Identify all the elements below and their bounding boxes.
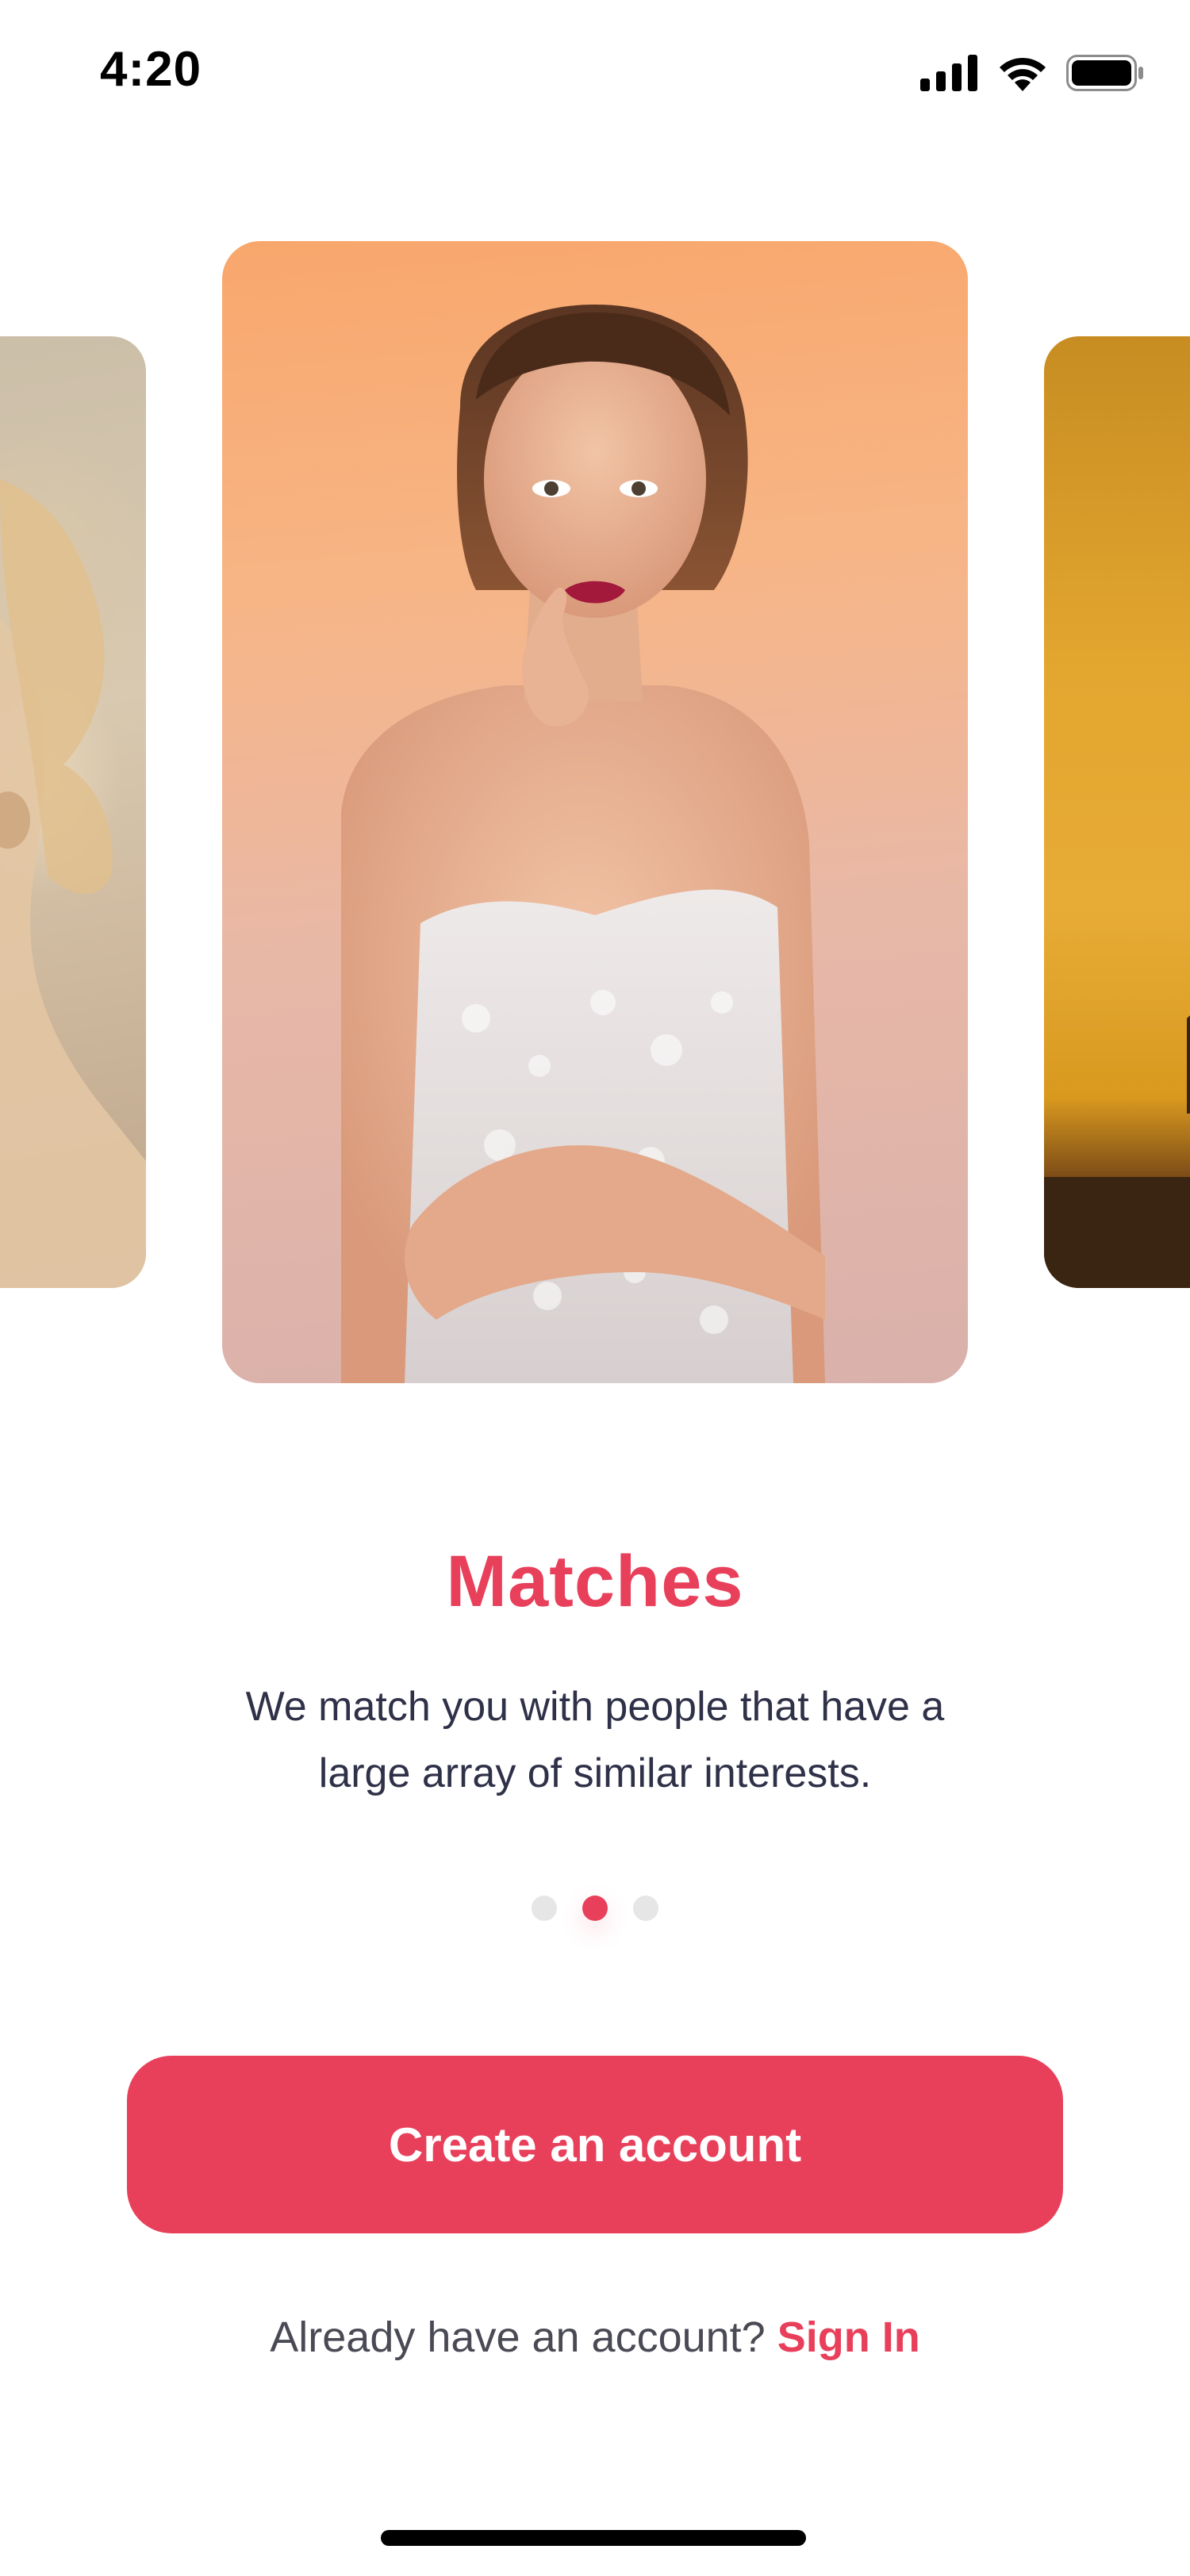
pager-dot[interactable] — [633, 1896, 658, 1921]
pager-dot[interactable] — [532, 1896, 557, 1921]
status-time: 4:20 — [100, 42, 202, 97]
pager-dot-active[interactable] — [582, 1896, 608, 1921]
profile-photo — [1044, 1015, 1190, 1288]
status-icons — [920, 51, 1144, 95]
battery-icon — [1066, 55, 1143, 91]
pager-dots — [0, 1896, 1190, 1921]
onboarding-screen: 4:20 Matches We match you with people th… — [0, 0, 1190, 2576]
profile-photo — [0, 479, 146, 1288]
signin-prompt: Already have an account? Sign In — [0, 2313, 1190, 2362]
create-account-button[interactable]: Create an account — [127, 2056, 1063, 2233]
home-indicator[interactable] — [381, 2530, 806, 2546]
wifi-icon — [1000, 57, 1046, 91]
carousel-card-next[interactable] — [1044, 336, 1190, 1288]
onboarding-description: We match you with people that have a lar… — [245, 1684, 945, 1796]
sign-in-link[interactable]: Sign In — [777, 2313, 920, 2361]
signin-prompt-text: Already have an account? — [270, 2313, 777, 2361]
profile-photo — [341, 305, 825, 1383]
onboarding-title: Matches — [446, 1541, 744, 1622]
signal-icon — [920, 55, 977, 91]
carousel-card-previous[interactable] — [0, 336, 146, 1288]
carousel-card-current[interactable] — [222, 241, 968, 1383]
